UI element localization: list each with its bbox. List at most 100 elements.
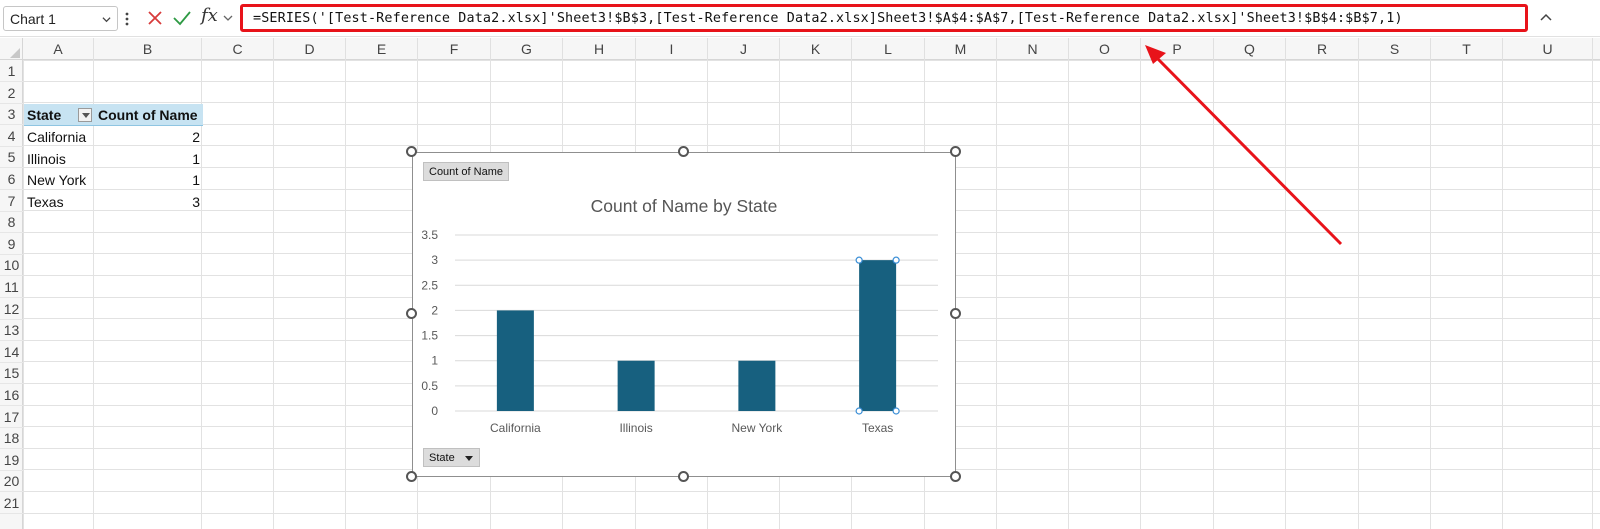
bar-texas[interactable] [859, 260, 897, 411]
resize-handle-right[interactable] [950, 308, 961, 319]
value-field-button[interactable]: Count of Name [423, 162, 509, 181]
y-tick-label: 3.5 [421, 228, 438, 242]
y-tick-label: 2.5 [421, 278, 438, 292]
row-header[interactable]: 4 [0, 125, 23, 147]
row-header[interactable]: 12 [0, 298, 23, 320]
insert-function-icon[interactable]: fx [201, 5, 218, 26]
chart-title[interactable]: Count of Name by State [413, 196, 955, 217]
column-header[interactable]: Q [1214, 38, 1286, 60]
y-tick-label: 1 [431, 354, 438, 368]
name-box[interactable]: Chart 1 [3, 6, 118, 31]
selection-handle [892, 407, 900, 415]
column-header[interactable]: S [1359, 38, 1431, 60]
row-header[interactable]: 17 [0, 406, 23, 428]
row-header[interactable]: 14 [0, 341, 23, 363]
more-options-icon[interactable] [124, 9, 130, 29]
column-header[interactable]: H [563, 38, 636, 60]
row-header[interactable]: 21 [0, 492, 23, 514]
pivot-header-label: State [27, 107, 62, 123]
grid-column-line [996, 60, 997, 529]
chevron-down-icon[interactable] [102, 15, 111, 24]
row-header[interactable]: 19 [0, 449, 23, 471]
column-header[interactable]: F [418, 38, 491, 60]
axis-field-button[interactable]: State [423, 448, 480, 467]
resize-handle-bottom-left[interactable] [406, 471, 417, 482]
formula-input[interactable]: =SERIES('[Test-Reference Data2.xlsx]'She… [240, 4, 1528, 32]
grid-column-line [1140, 60, 1141, 529]
column-header[interactable]: K [780, 38, 852, 60]
grid-row-line [23, 512, 1600, 514]
column-header[interactable]: J [708, 38, 780, 60]
pivot-row-value[interactable]: 1 [95, 169, 203, 191]
select-all-button[interactable] [0, 38, 23, 60]
pivot-header-count[interactable]: Count of Name [95, 104, 203, 126]
grid-row-line [23, 123, 1600, 125]
expand-formula-bar-icon[interactable] [1539, 11, 1553, 25]
row-header[interactable]: 13 [0, 319, 23, 342]
row-header[interactable]: 15 [0, 362, 23, 385]
row-header[interactable]: 16 [0, 384, 23, 406]
row-header[interactable]: 2 [0, 82, 23, 104]
formula-text: =SERIES('[Test-Reference Data2.xlsx]'She… [253, 11, 1403, 26]
x-category-label: Illinois [619, 421, 652, 435]
row-header[interactable]: 7 [0, 190, 23, 212]
column-header[interactable]: P [1141, 38, 1214, 60]
column-header[interactable]: A [23, 38, 94, 60]
resize-handle-top-left[interactable] [406, 146, 417, 157]
row-header[interactable]: 11 [0, 276, 23, 298]
x-category-label: New York [732, 421, 784, 435]
row-header[interactable]: 8 [0, 211, 23, 234]
column-header[interactable]: C [202, 38, 274, 60]
bar-new-york[interactable] [738, 360, 776, 411]
row-header[interactable]: 5 [0, 146, 23, 169]
resize-handle-left[interactable] [406, 308, 417, 319]
resize-handle-top-right[interactable] [950, 146, 961, 157]
pivot-row-label[interactable]: California [24, 126, 95, 148]
row-header[interactable]: 20 [0, 470, 23, 493]
grid-row-line [23, 102, 1600, 104]
pivot-row-label[interactable]: Texas [24, 191, 95, 213]
column-header[interactable]: E [346, 38, 418, 60]
pivot-row-label[interactable]: New York [24, 169, 95, 191]
column-header[interactable]: M [925, 38, 997, 60]
filter-dropdown-icon[interactable] [78, 108, 92, 122]
y-tick-label: 3 [431, 253, 438, 267]
column-header[interactable]: D [274, 38, 346, 60]
row-header[interactable]: 3 [0, 103, 23, 126]
column-header[interactable]: T [1431, 38, 1503, 60]
column-header[interactable]: I [636, 38, 708, 60]
chevron-down-icon[interactable] [223, 14, 233, 22]
row-header[interactable]: 1 [0, 60, 23, 82]
y-tick-label: 2 [431, 303, 438, 317]
pivot-row-value[interactable]: 3 [95, 191, 203, 213]
dropdown-arrow-icon [464, 456, 473, 461]
column-header[interactable]: L [852, 38, 925, 60]
column-header[interactable]: U [1503, 38, 1593, 60]
row-header[interactable]: 10 [0, 254, 23, 277]
column-header[interactable]: O [1069, 38, 1141, 60]
formula-bar: Chart 1 fx =SERIES('[Test-Reference Data… [0, 0, 1600, 37]
pivot-chart[interactable]: 0 0.5 1 1.5 2 2.5 3 3.5 California Illinois New Yo… [412, 152, 956, 477]
resize-handle-top[interactable] [678, 146, 689, 157]
pivot-row-label[interactable]: Illinois [24, 148, 95, 170]
pivot-row-value[interactable]: 2 [95, 126, 203, 148]
column-headers: ABCDEFGHIJKLMNOPQRSTU [0, 38, 1600, 60]
pivot-header-state[interactable]: State [24, 104, 95, 126]
row-header[interactable]: 18 [0, 427, 23, 450]
enter-check-icon[interactable] [172, 9, 192, 27]
resize-handle-bottom[interactable] [678, 471, 689, 482]
row-header[interactable]: 9 [0, 233, 23, 255]
bar-california[interactable] [496, 310, 534, 411]
selection-handle [855, 407, 863, 415]
cancel-icon[interactable] [146, 9, 164, 27]
resize-handle-bottom-right[interactable] [950, 471, 961, 482]
x-category-label: California [490, 421, 541, 435]
column-header[interactable]: B [94, 38, 202, 60]
pivot-row-value[interactable]: 1 [95, 148, 203, 170]
column-header[interactable]: G [491, 38, 563, 60]
column-header[interactable]: N [997, 38, 1069, 60]
bar-illinois[interactable] [617, 360, 655, 411]
column-header[interactable]: R [1286, 38, 1359, 60]
row-header[interactable]: 6 [0, 168, 23, 190]
grid-row-line [23, 491, 1600, 492]
